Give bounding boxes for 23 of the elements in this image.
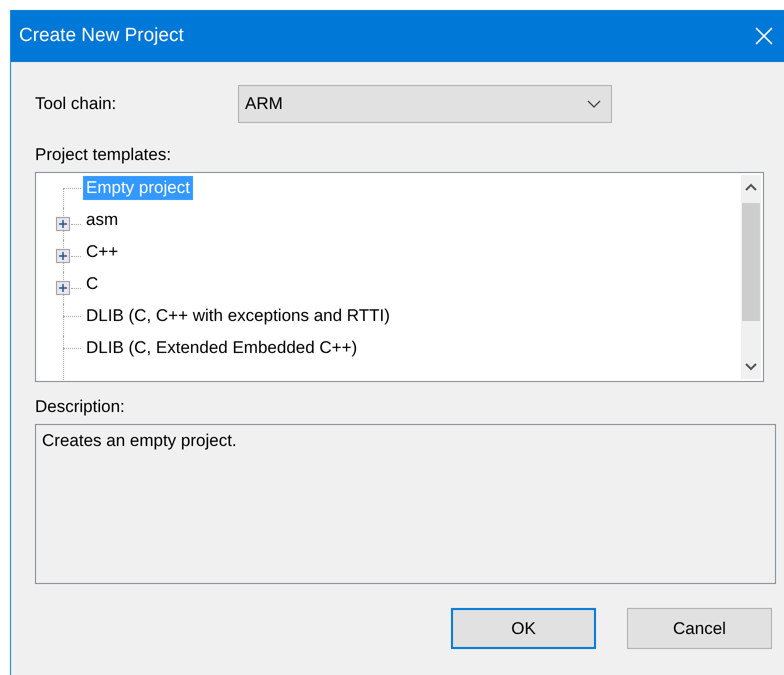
- tool-chain-label: Tool chain:: [35, 94, 118, 114]
- tree-item[interactable]: DLIB (C, C++ with exceptions and RTTI): [83, 304, 393, 328]
- tree-item[interactable]: asm: [83, 208, 122, 232]
- description-label: Description:: [35, 397, 125, 417]
- cancel-button[interactable]: Cancel: [627, 608, 772, 649]
- tool-chain-dropdown[interactable]: ARM: [238, 85, 612, 123]
- ok-button[interactable]: OK: [451, 608, 596, 649]
- tree-item[interactable]: C++: [83, 240, 122, 264]
- tree-item[interactable]: DLIB (C, Extended Embedded C++): [83, 336, 360, 360]
- chevron-down-icon: [587, 100, 601, 108]
- templates-label: Project templates:: [35, 145, 172, 165]
- description-text: Creates an empty project.: [42, 431, 237, 450]
- close-icon[interactable]: [755, 27, 773, 45]
- scroll-up-icon[interactable]: [745, 183, 757, 191]
- expand-icon[interactable]: [56, 249, 70, 263]
- scrollbar[interactable]: [741, 175, 761, 379]
- scroll-thumb[interactable]: [742, 203, 760, 321]
- expand-icon[interactable]: [56, 281, 70, 295]
- window-title: Create New Project: [19, 25, 184, 47]
- dropdown-value: ARM: [245, 94, 283, 114]
- scroll-down-icon[interactable]: [745, 363, 757, 371]
- expand-icon[interactable]: [56, 217, 70, 231]
- tree-item[interactable]: C: [83, 272, 102, 296]
